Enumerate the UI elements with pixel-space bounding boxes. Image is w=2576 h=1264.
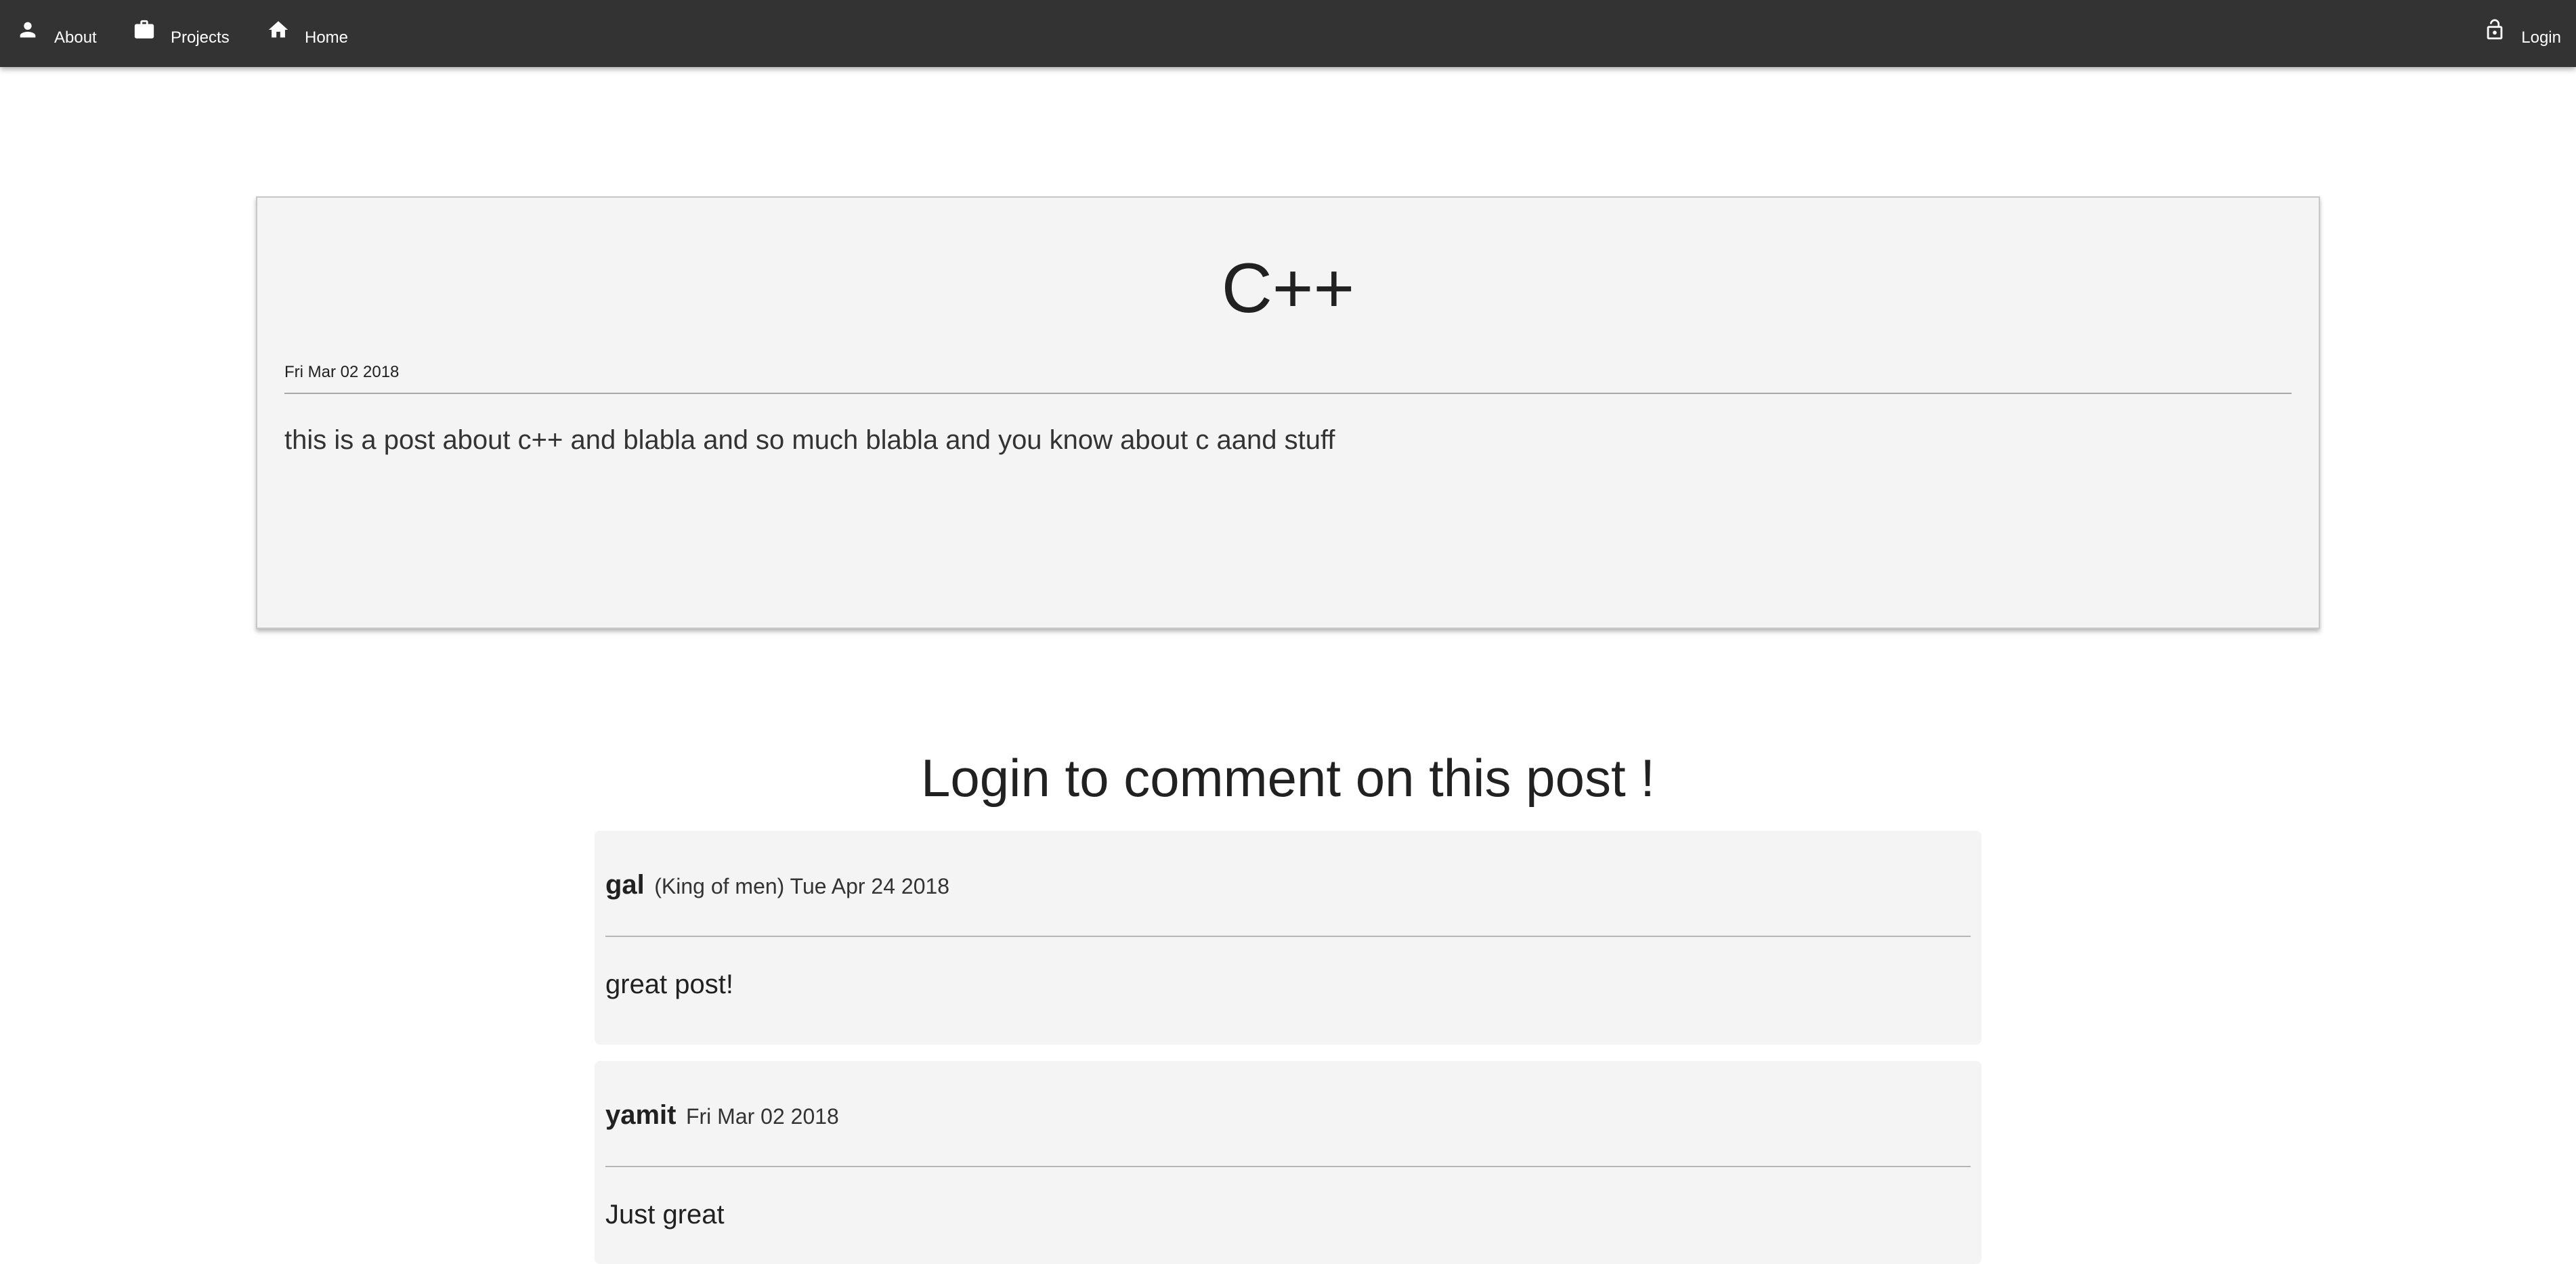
comment-author: gal <box>605 870 645 900</box>
post-divider <box>284 393 2292 394</box>
post-card: C++ Fri Mar 02 2018 this is a post about… <box>256 196 2320 629</box>
nav-login-label: Login <box>2521 28 2561 47</box>
comment-header: gal (King of men) Tue Apr 24 2018 <box>605 870 949 900</box>
comment-header: yamit Fri Mar 02 2018 <box>605 1100 839 1131</box>
nav-about-link[interactable]: About <box>16 0 97 67</box>
nav-login-link[interactable]: Login <box>2483 0 2561 67</box>
post-date: Fri Mar 02 2018 <box>284 363 400 381</box>
nav-projects-link[interactable]: Projects <box>133 0 230 67</box>
comment-meta: Fri Mar 02 2018 <box>685 1104 839 1129</box>
post-body: this is a post about c++ and blabla and … <box>284 425 1335 455</box>
nav-home-label: Home <box>305 28 349 47</box>
comment-divider <box>605 936 1971 937</box>
nav-projects-label: Projects <box>171 28 230 47</box>
home-icon <box>267 18 290 41</box>
comments-heading: Login to comment on this post ! <box>921 748 1655 808</box>
post-title: C++ <box>1221 249 1355 328</box>
nav-about-label: About <box>54 28 97 47</box>
comment-author: yamit <box>605 1100 677 1130</box>
comment-card: gal (King of men) Tue Apr 24 2018 great … <box>595 831 1981 1045</box>
comment-card: yamit Fri Mar 02 2018 Just great <box>595 1061 1981 1264</box>
person-icon <box>16 18 39 41</box>
comment-meta: (King of men) Tue Apr 24 2018 <box>654 874 950 898</box>
lock-open-icon <box>2483 18 2506 41</box>
comment-text: great post! <box>605 969 734 999</box>
top-navbar: About Projects Home Login <box>0 0 2576 67</box>
comment-divider <box>605 1166 1971 1167</box>
briefcase-icon <box>133 18 156 41</box>
nav-home-link[interactable]: Home <box>267 0 348 67</box>
comment-text: Just great <box>605 1200 725 1229</box>
